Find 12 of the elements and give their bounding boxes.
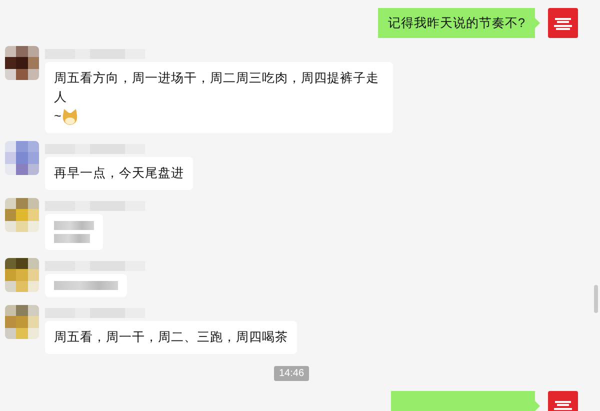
tilde: ~ [54,109,62,123]
blurred-message [54,221,94,243]
avatar[interactable] [5,46,39,80]
message-bubble: 再早一点，今天尾盘进 [45,157,193,190]
avatar[interactable] [5,258,39,292]
message-bubble: 周五看，周一干，周二、三跑，周四喝茶 [45,321,297,354]
blurred-message [54,281,118,290]
message-bubble: 记得我昨天说的节奏不? [378,8,540,38]
logo-icon[interactable] [548,8,578,38]
timestamp: 14:46 [274,366,310,381]
scrollbar[interactable] [594,285,598,313]
message-bubble: 周五看方向，周一进场干，周二周三吃肉，周四提裤子走人 ~ [45,62,393,133]
